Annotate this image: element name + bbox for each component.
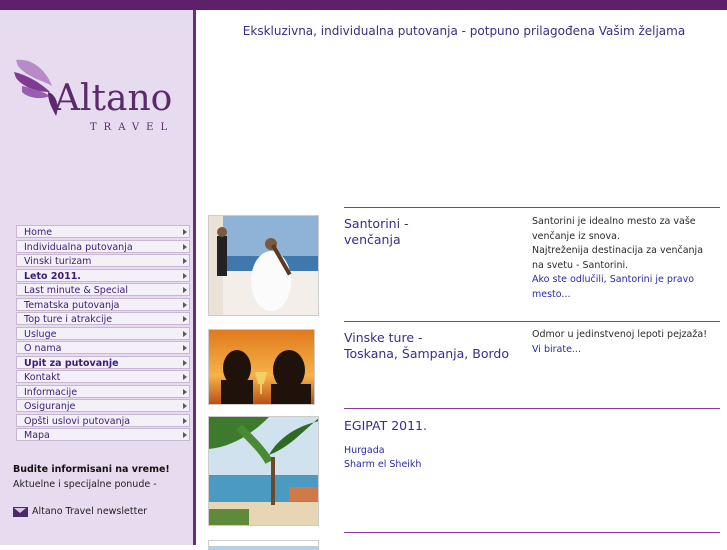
egypt-image[interactable]: [208, 416, 319, 526]
nav-item-label: Home: [24, 227, 53, 238]
main-nav: Home Individualna putovanja Vinski turizam…: [16, 225, 190, 443]
nav-item-label: Mapa: [24, 430, 50, 441]
divider: [344, 532, 720, 533]
nav-item[interactable]: Upit za putovanje: [16, 355, 190, 369]
nav-item[interactable]: Leto 2011.: [16, 268, 190, 282]
offer-image[interactable]: [208, 540, 319, 550]
santorini-wedding-image[interactable]: [208, 215, 319, 316]
arrow-right-icon: [183, 330, 187, 337]
divider: [344, 408, 720, 409]
offer-description: Odmor u jedinstvenoj lepoti pejzaža! Vi …: [532, 328, 722, 357]
nav-item[interactable]: Individualna putovanja: [16, 239, 190, 253]
offer-link[interactable]: Vi birate...: [532, 343, 722, 358]
main-content: Ekskluzivna, individualna putovanja - po…: [201, 10, 727, 550]
nav-item[interactable]: Informacije: [16, 384, 190, 398]
arrow-right-icon: [183, 272, 187, 279]
nav-item-label: Leto 2011.: [24, 270, 81, 282]
wine-tour-image[interactable]: [208, 329, 315, 405]
nav-item[interactable]: Home: [16, 225, 190, 238]
nav-item[interactable]: Mapa: [16, 428, 190, 441]
nav-item[interactable]: Osiguranje: [16, 399, 190, 412]
offer-title[interactable]: Santorini - venčanja: [344, 216, 409, 248]
logo-sub: TRAVEL: [90, 122, 175, 133]
nav-item[interactable]: Top ture i atrakcije: [16, 312, 190, 325]
news-title: Budite informisani na vreme!: [13, 464, 170, 475]
nav-item-label: Osiguranje: [24, 401, 76, 412]
arrow-right-icon: [183, 359, 187, 366]
nav-item[interactable]: Tematska putovanja: [16, 297, 190, 311]
arrow-right-icon: [183, 301, 187, 308]
nav-item[interactable]: Opšti uslovi putovanja: [16, 413, 190, 427]
offer-description: Santorini je idealno mesto za vaše venča…: [532, 215, 722, 302]
newsletter-link[interactable]: Altano Travel newsletter: [13, 506, 147, 517]
offer-link[interactable]: Ako ste odlučili, Santorini je pravo mes…: [532, 273, 722, 302]
offer-title[interactable]: Vinske ture - Toskana, Šampanja, Bordo: [344, 330, 509, 362]
arrow-right-icon: [183, 243, 187, 250]
divider: [344, 321, 720, 322]
altano-logo[interactable]: Altano TRAVEL: [12, 58, 192, 148]
nav-item-label: Upit za putovanje: [24, 357, 119, 369]
nav-item-label: Opšti uslovi putovanja: [24, 415, 131, 427]
arrow-right-icon: [183, 403, 187, 409]
arrow-right-icon: [183, 229, 187, 235]
newsletter-promo: Budite informisani na vreme! Aktuelne i …: [13, 464, 188, 490]
nav-item[interactable]: Last minute & Special: [16, 283, 190, 296]
nav-item-label: Individualna putovanja: [24, 241, 133, 253]
destination-link[interactable]: Hurgada: [344, 444, 421, 458]
nav-item-label: Kontakt: [24, 372, 61, 383]
arrow-right-icon: [183, 258, 187, 264]
nav-item[interactable]: O nama: [16, 341, 190, 354]
offer-title[interactable]: EGIPAT 2011.: [344, 418, 427, 434]
news-text: Aktuelne i specijalne ponude -: [13, 479, 157, 490]
arrow-right-icon: [183, 345, 187, 351]
destination-link[interactable]: Sharm el Sheikh: [344, 458, 421, 472]
nav-item[interactable]: Kontakt: [16, 370, 190, 383]
arrow-right-icon: [183, 374, 187, 380]
sidebar: Altano TRAVEL Home Individualna putovanja…: [0, 10, 196, 545]
nav-item-label: Vinski turizam: [24, 256, 92, 267]
divider: [344, 207, 720, 208]
nav-item-label: Top ture i atrakcije: [24, 314, 113, 325]
nav-item-label: O nama: [24, 343, 62, 354]
offer-destinations: Hurgada Sharm el Sheikh: [344, 444, 421, 472]
nav-item[interactable]: Vinski turizam: [16, 254, 190, 267]
nav-item-label: Last minute & Special: [24, 285, 128, 296]
logo-name: Altano: [54, 78, 173, 119]
arrow-right-icon: [183, 432, 187, 438]
arrow-right-icon: [183, 388, 187, 395]
arrow-right-icon: [183, 287, 187, 293]
nav-item-label: Usluge: [24, 328, 57, 340]
mail-icon: [13, 506, 28, 517]
nav-item-label: Tematska putovanja: [24, 299, 120, 311]
nav-item[interactable]: Usluge: [16, 326, 190, 340]
arrow-right-icon: [183, 316, 187, 322]
nav-item-label: Informacije: [24, 386, 78, 398]
newsletter-label: Altano Travel newsletter: [32, 506, 148, 517]
top-bar: [0, 0, 727, 10]
arrow-right-icon: [183, 417, 187, 424]
tagline: Ekskluzivna, individualna putovanja - po…: [242, 24, 686, 38]
